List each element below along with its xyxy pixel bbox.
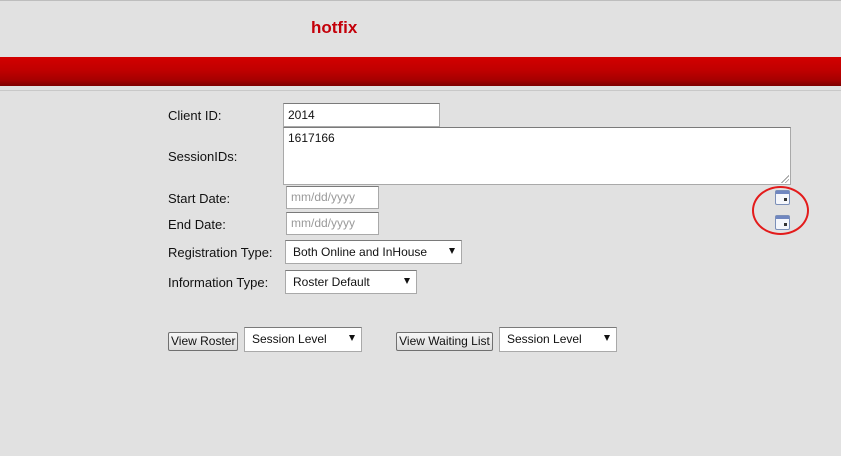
roster-level-select[interactable]: Session Level xyxy=(244,327,362,352)
registration-type-label: Registration Type: xyxy=(168,245,273,260)
highlight-circle xyxy=(752,186,809,235)
app-title: hotfix xyxy=(311,18,358,37)
view-waiting-list-button[interactable]: View Waiting List xyxy=(396,332,493,351)
registration-type-select[interactable]: Both Online and InHouse xyxy=(285,240,462,264)
session-ids-textarea[interactable]: 1617166 xyxy=(283,127,791,185)
information-type-label: Information Type: xyxy=(168,275,269,290)
information-type-value: Roster Default xyxy=(293,275,370,289)
resize-grip-icon[interactable] xyxy=(781,175,789,183)
header-band xyxy=(0,57,841,86)
client-id-input[interactable]: 2014 xyxy=(283,103,440,127)
session-ids-value: 1617166 xyxy=(288,131,335,145)
start-date-label: Start Date: xyxy=(168,191,231,206)
chevron-down-icon xyxy=(349,335,355,341)
end-date-input[interactable]: mm/dd/yyyy xyxy=(286,212,379,235)
registration-type-value: Both Online and InHouse xyxy=(293,245,428,259)
roster-level-value: Session Level xyxy=(252,332,327,346)
waiting-list-level-value: Session Level xyxy=(507,332,582,346)
session-ids-label: SessionIDs: xyxy=(168,149,238,164)
end-date-label: End Date: xyxy=(168,217,226,232)
client-id-label: Client ID: xyxy=(168,108,222,123)
start-date-input[interactable]: mm/dd/yyyy xyxy=(286,186,379,209)
view-roster-button[interactable]: View Roster xyxy=(168,332,238,351)
chevron-down-icon xyxy=(404,278,410,284)
header-divider xyxy=(0,90,841,91)
top-border xyxy=(0,0,841,1)
waiting-list-level-select[interactable]: Session Level xyxy=(499,327,617,352)
chevron-down-icon xyxy=(449,248,455,254)
chevron-down-icon xyxy=(604,335,610,341)
information-type-select[interactable]: Roster Default xyxy=(285,270,417,294)
